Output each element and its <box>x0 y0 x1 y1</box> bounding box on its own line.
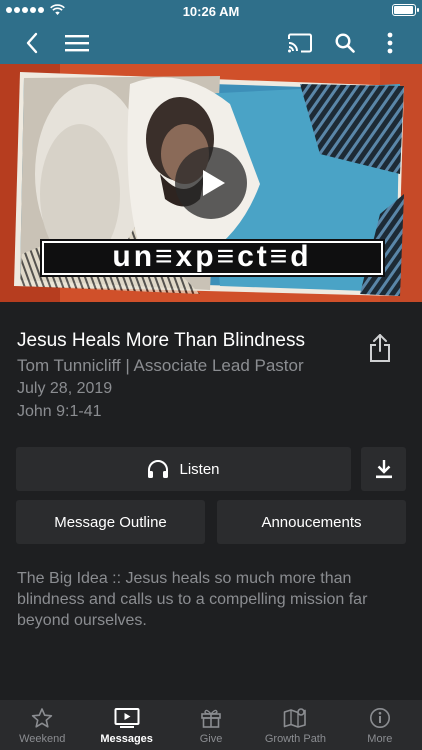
status-time: 10:26 AM <box>182 3 240 19</box>
tab-messages[interactable]: Messages <box>84 700 168 750</box>
tab-label: Give <box>199 733 223 745</box>
back-button[interactable] <box>12 22 52 64</box>
message-date: July 28, 2019 <box>17 380 113 397</box>
message-title: Jesus Heals More Than Blindness <box>17 330 305 351</box>
tab-label: Messages <box>100 733 153 745</box>
tab-weekend[interactable]: Weekend <box>0 700 84 750</box>
tab-label: More <box>367 733 393 745</box>
share-button[interactable] <box>365 332 395 364</box>
battery-icon <box>392 4 419 16</box>
cast-icon <box>288 33 312 53</box>
map-pin-icon <box>284 708 307 728</box>
listen-label: Listen <box>179 460 220 478</box>
hamburger-menu-icon <box>65 35 89 52</box>
tab-label: Weekend <box>19 733 66 745</box>
play-screen-icon <box>114 708 140 728</box>
announcements-button[interactable]: Annoucements <box>217 500 406 544</box>
play-icon <box>203 170 225 196</box>
star-icon <box>32 708 53 728</box>
status-bar: 10:26 AM <box>0 0 422 22</box>
message-speaker: Tom Tunnicliff | Associate Lead Pastor <box>17 356 304 375</box>
message-description: The Big Idea :: Jesus heals so much more… <box>17 570 368 629</box>
message-scripture: John 9:1-41 <box>17 403 102 420</box>
tab-give[interactable]: Give <box>169 700 253 750</box>
download-button[interactable] <box>361 447 406 491</box>
info-icon <box>369 708 390 728</box>
signal-dots-icon <box>6 7 44 13</box>
play-video-button[interactable] <box>175 147 247 219</box>
gift-icon <box>201 709 221 728</box>
listen-button[interactable]: Listen <box>16 447 351 491</box>
share-icon <box>370 334 390 362</box>
top-nav-bar <box>0 22 422 64</box>
back-icon <box>26 32 38 54</box>
more-options-button[interactable] <box>370 22 410 64</box>
message-outline-button[interactable]: Message Outline <box>16 500 205 544</box>
series-artwork[interactable]: un≡xp≡ct≡d <box>0 64 422 302</box>
wifi-icon <box>50 4 65 15</box>
more-vertical-icon <box>387 32 393 54</box>
bottom-tab-bar: Weekend Messages Give Growth Path More <box>0 700 422 750</box>
tab-label: Growth Path <box>264 733 326 745</box>
headphones-icon <box>148 460 169 478</box>
tab-growth-path[interactable]: Growth Path <box>253 700 337 750</box>
tab-more[interactable]: More <box>338 700 422 750</box>
search-icon <box>335 33 355 53</box>
menu-button[interactable] <box>57 22 97 64</box>
download-icon <box>375 460 392 479</box>
cast-button[interactable] <box>280 22 320 64</box>
series-title: un≡xp≡ct≡d <box>112 240 311 273</box>
signal-indicator <box>6 4 65 16</box>
search-button[interactable] <box>325 22 365 64</box>
